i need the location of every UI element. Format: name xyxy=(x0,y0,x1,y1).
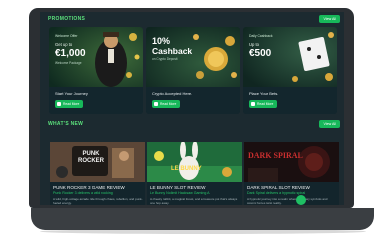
promo-welcome-footer: Start Your Journey Read More xyxy=(49,87,143,114)
review-title: PUNK ROCKER 3 GAME REVIEW xyxy=(53,185,125,190)
read-more-label: Read More xyxy=(63,102,80,106)
laptop-screen: PROMOTIONS View All Welcome Offer Get up… xyxy=(40,12,344,205)
read-more-icon xyxy=(57,102,61,106)
promo-welcome-read-more-button[interactable]: Read More xyxy=(55,100,84,108)
review-subtitle[interactable]: Dark Spiral delivers a hypnotic spiral xyxy=(247,191,305,195)
promo-welcome-tiny: Welcome Package xyxy=(55,61,82,65)
promo-cashback-percent: 10% xyxy=(152,36,171,46)
review-excerpt: A hypnotic journey into a realm where sh… xyxy=(247,197,328,205)
promo-card-daily[interactable]: Daily Cashback Up to €500 Place Your Bet… xyxy=(243,27,337,114)
promo-welcome-line1: Get up to xyxy=(55,42,73,47)
whats-new-title: WHAT'S NEW xyxy=(48,121,84,127)
promo-daily-footer: Place Your Bets. Read More xyxy=(243,87,337,114)
review-title: LE BUNNY SLOT REVIEW xyxy=(150,185,206,190)
read-more-label: Read More xyxy=(257,102,274,106)
review-image-le-bunny: LE BUNNY xyxy=(147,142,242,182)
le-bunny-art-title: LE BUNNY xyxy=(171,166,202,172)
review-excerpt: A wild, high-voltage arcade ride through… xyxy=(53,197,143,205)
laptop-keyboard-base xyxy=(31,208,374,230)
promo-daily-label: Daily Cashback xyxy=(249,34,273,38)
promo-card-cashback[interactable]: 10% Cashback on Crypto Deposit Crypto Ac… xyxy=(146,27,240,114)
dark-spiral-art-title: DARK SPIRAL xyxy=(248,151,303,160)
promo-cashback-tiny: on Crypto Deposit xyxy=(152,57,178,61)
punk-rocker-art-title: PUNK ROCKER xyxy=(77,151,104,164)
whats-new-view-all-button[interactable]: View All xyxy=(319,120,340,128)
review-card-punk-rocker[interactable]: PUNK ROCKER PUNK ROCKER 3 GAME REVIEW Pu… xyxy=(50,142,145,205)
read-more-icon xyxy=(154,102,158,106)
promotions-title: PROMOTIONS xyxy=(48,16,86,22)
promo-daily-amount: €500 xyxy=(249,48,272,59)
promo-welcome-label: Welcome Offer xyxy=(55,34,78,38)
review-card-le-bunny[interactable]: LE BUNNY LE BUNNY SLOT REVIEW Le Bunny N… xyxy=(147,142,242,205)
review-excerpt: A cheeky rabbit, a magical forest, and a… xyxy=(150,197,238,205)
review-image-dark-spiral: DARK SPIRAL xyxy=(244,142,339,182)
review-card-dark-spiral[interactable]: DARK SPIRAL DARK SPIRAL SLOT REVIEW Dark… xyxy=(244,142,339,205)
promo-image-cashback: 10% Cashback on Crypto Deposit xyxy=(146,27,240,87)
promo-cashback-caption: Crypto Accepted Here. xyxy=(152,91,193,96)
promo-cashback-footer: Crypto Accepted Here. Read More xyxy=(146,87,240,114)
review-subtitle[interactable]: Le Bunny Nolimit Hacksaw Gaming A xyxy=(150,191,210,195)
promo-daily-caption: Place Your Bets. xyxy=(249,91,279,96)
promotions-header: PROMOTIONS View All xyxy=(40,14,344,26)
promo-welcome-amount: €1,000 xyxy=(55,48,86,59)
read-more-label: Read More xyxy=(160,102,177,106)
promo-welcome-caption: Start Your Journey xyxy=(55,91,88,96)
review-title: DARK SPIRAL SLOT REVIEW xyxy=(247,185,310,190)
promo-daily-read-more-button[interactable]: Read More xyxy=(249,100,278,108)
promo-cashback-title: Cashback xyxy=(152,46,193,56)
promo-image-daily: Daily Cashback Up to €500 xyxy=(243,27,337,87)
review-subtitle[interactable]: Punk Rocker 3 delivers a wild rocking xyxy=(53,191,113,195)
promo-image-welcome: Welcome Offer Get up to €1,000 Welcome P… xyxy=(49,27,143,87)
promo-cashback-read-more-button[interactable]: Read More xyxy=(152,100,181,108)
read-more-icon xyxy=(251,102,255,106)
whats-new-header: WHAT'S NEW View All xyxy=(40,119,344,131)
review-image-punk-rocker: PUNK ROCKER xyxy=(50,142,145,182)
promo-card-welcome[interactable]: Welcome Offer Get up to €1,000 Welcome P… xyxy=(49,27,143,114)
promo-daily-line1: Up to xyxy=(249,42,260,47)
chat-icon[interactable] xyxy=(296,195,306,205)
promotions-view-all-button[interactable]: View All xyxy=(319,15,340,23)
